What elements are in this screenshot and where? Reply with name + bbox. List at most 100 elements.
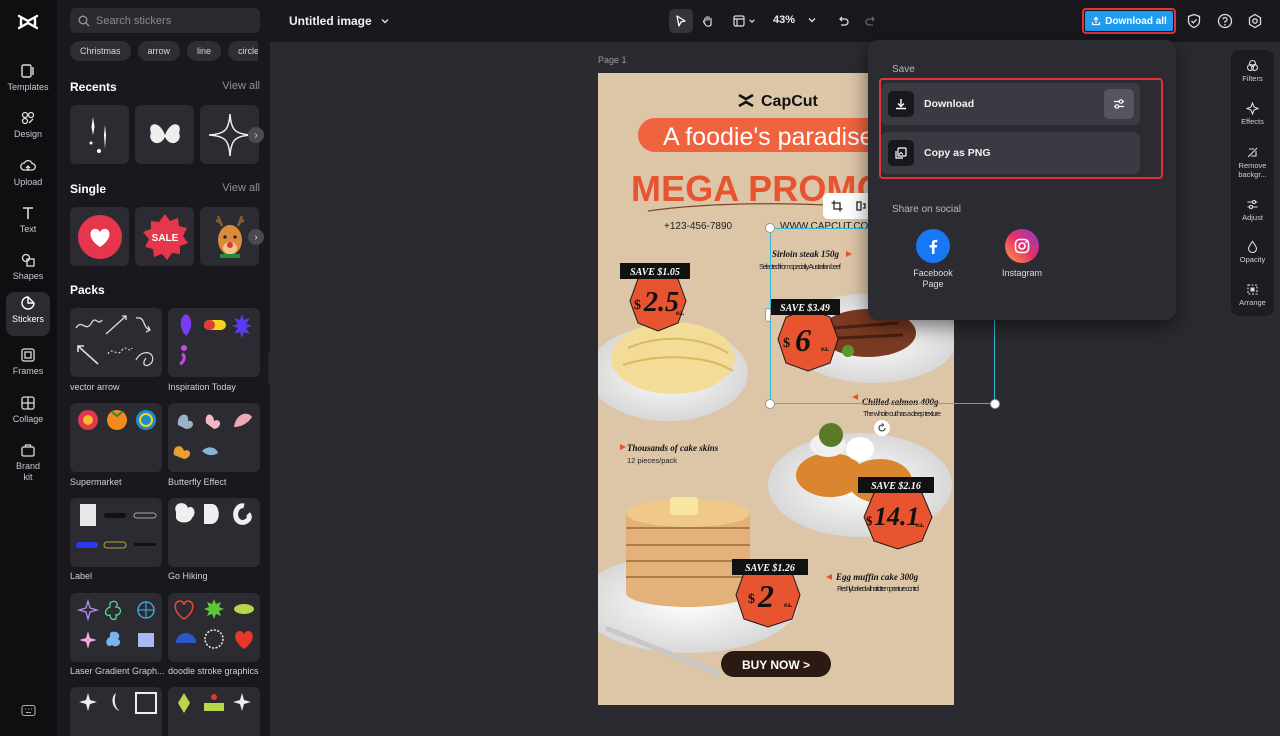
poster-phone: +123-456-7890 xyxy=(664,221,733,232)
redo-button[interactable] xyxy=(859,9,883,33)
document-title[interactable]: Untitled image xyxy=(289,14,390,28)
single-next-button[interactable]: › xyxy=(248,229,264,245)
filters-icon xyxy=(1246,59,1259,72)
shapes-icon xyxy=(21,253,35,267)
rail-upload[interactable]: Upload xyxy=(6,155,50,199)
search-input[interactable] xyxy=(96,14,246,27)
rail-label: Upload xyxy=(13,177,43,187)
pack-inspiration-today[interactable] xyxy=(168,308,260,377)
share-section-title: Share on social xyxy=(892,204,961,215)
keyboard-shortcuts-icon[interactable] xyxy=(21,703,36,718)
download-all-button[interactable]: Download all xyxy=(1082,8,1176,34)
rail-adjust[interactable]: Adjust xyxy=(1231,198,1274,222)
price-unit: ea. xyxy=(784,601,793,609)
settings-icon[interactable] xyxy=(1247,13,1263,29)
redo-icon xyxy=(865,16,875,26)
flip-icon[interactable] xyxy=(855,200,867,212)
hand-tool[interactable] xyxy=(696,9,720,33)
pack-go-hiking[interactable] xyxy=(168,498,260,567)
rail-filters[interactable]: Filters xyxy=(1231,59,1274,83)
chevron-down-icon xyxy=(749,19,755,23)
recents-next-button[interactable]: › xyxy=(248,127,264,143)
packs-title: Packs xyxy=(70,283,105,297)
crop-icon[interactable] xyxy=(831,200,843,212)
save-tag-3: SAVE $2.16 xyxy=(871,481,921,492)
pack-laser-gradient[interactable] xyxy=(70,593,162,662)
download-settings-button[interactable] xyxy=(1104,89,1134,119)
chip-christmas[interactable]: Christmas xyxy=(70,41,131,61)
rail-effects[interactable]: Effects xyxy=(1231,102,1274,126)
rail-frames[interactable]: Frames xyxy=(6,344,50,388)
layout-tool[interactable] xyxy=(728,9,760,33)
effects-icon xyxy=(1246,102,1259,115)
pack-butterfly-effect[interactable] xyxy=(168,403,260,472)
price-currency: $ xyxy=(634,298,641,313)
rail-remove-background[interactable]: Remove backgr... xyxy=(1231,146,1274,179)
share-instagram[interactable]: Instagram xyxy=(992,229,1052,279)
pack-doodle-stroke[interactable] xyxy=(168,593,260,662)
rail-shapes[interactable]: Shapes xyxy=(6,249,50,293)
rail-brand-kit[interactable]: Brand kit xyxy=(6,439,50,487)
price-currency: $ xyxy=(748,592,755,607)
resize-handle[interactable] xyxy=(765,308,771,322)
copy-as-png-option[interactable]: Copy as PNG xyxy=(881,132,1140,174)
rail-templates[interactable]: Templates xyxy=(6,60,50,104)
rail-collage[interactable]: Collage xyxy=(6,392,50,436)
select-tool[interactable] xyxy=(669,9,693,33)
collage-icon xyxy=(21,396,35,410)
capcut-logo-icon[interactable] xyxy=(16,10,40,34)
rail-remove-bg-label: Remove backgr... xyxy=(1238,161,1267,179)
rail-arrange[interactable]: Arrange xyxy=(1231,283,1274,307)
document-title-text: Untitled image xyxy=(289,14,372,28)
butterfly-icon xyxy=(149,123,180,143)
recent-sticker-sparkle-lines[interactable] xyxy=(70,105,129,164)
pack-supermarket[interactable] xyxy=(70,403,162,472)
rotate-handle[interactable] xyxy=(874,420,890,436)
help-icon[interactable] xyxy=(1217,13,1233,29)
chip-arrow[interactable]: arrow xyxy=(137,41,181,61)
pack-label: Butterfly Effect xyxy=(168,477,227,487)
facebook-icon xyxy=(916,229,950,263)
sparkle-shapes-preview xyxy=(79,692,157,714)
pack-label: Label xyxy=(70,571,93,581)
right-properties-rail: Filters Effects Remove backgr... Adjust … xyxy=(1231,50,1274,316)
sliders-icon xyxy=(1114,99,1124,109)
copy-image-icon xyxy=(895,147,907,159)
download-icon xyxy=(896,99,906,110)
pack-label-stickers[interactable] xyxy=(70,498,162,567)
download-icon-box xyxy=(888,91,914,117)
rail-opacity[interactable]: Opacity xyxy=(1231,240,1274,264)
rail-design[interactable]: Design xyxy=(6,107,50,151)
download-option[interactable]: Download xyxy=(881,83,1140,125)
resize-handle[interactable] xyxy=(990,399,1000,409)
zoom-control[interactable]: 43% xyxy=(773,14,817,26)
undo-button[interactable] xyxy=(831,9,855,33)
cursor-icon xyxy=(676,15,686,27)
rail-label: Shapes xyxy=(12,271,44,281)
resize-handle[interactable] xyxy=(765,223,775,233)
chevron-down-icon xyxy=(808,18,816,23)
rail-label: Templates xyxy=(7,82,49,92)
resize-handle[interactable] xyxy=(765,399,775,409)
pack-sparkle-shapes[interactable] xyxy=(70,687,162,736)
sticker-search[interactable] xyxy=(70,8,260,33)
single-sticker-sale[interactable]: SALE xyxy=(135,207,194,266)
pack-vector-arrow[interactable] xyxy=(70,308,162,377)
zoom-level: 43% xyxy=(773,14,796,26)
single-sticker-heart[interactable] xyxy=(70,207,129,266)
chip-line[interactable]: line xyxy=(187,41,222,61)
chip-circle[interactable]: circle xyxy=(228,41,259,61)
shield-icon[interactable] xyxy=(1186,13,1202,29)
vector-arrow-preview xyxy=(75,315,154,367)
buy-now-label: BUY NOW > xyxy=(742,658,810,672)
single-view-all[interactable]: View all xyxy=(222,182,260,194)
share-facebook[interactable]: Facebook Page xyxy=(903,229,963,290)
item-desc-salmon: The whole cut has a deep texture xyxy=(863,409,941,418)
pack-colorful-shapes[interactable] xyxy=(168,687,260,736)
recents-view-all[interactable]: View all xyxy=(222,80,260,92)
recent-sticker-butterfly[interactable] xyxy=(135,105,194,164)
rail-stickers[interactable]: Stickers xyxy=(6,292,50,336)
rail-text[interactable]: Text xyxy=(6,202,50,246)
remove-background-icon xyxy=(1247,147,1258,158)
recents-title: Recents xyxy=(70,80,117,94)
